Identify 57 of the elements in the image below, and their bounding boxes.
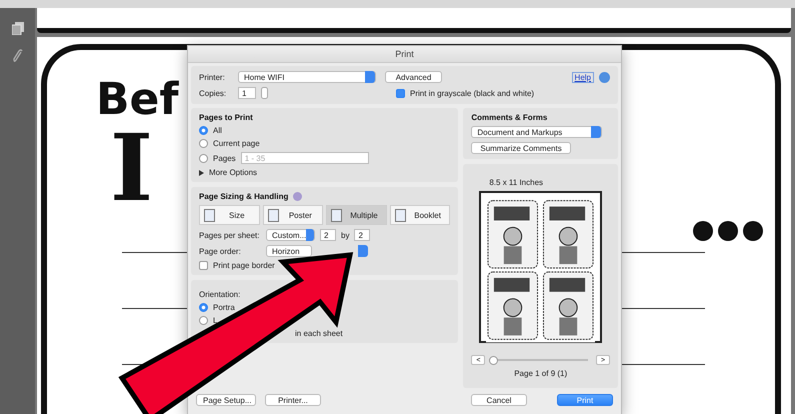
pages-field[interactable]: 1 - 35 [240, 152, 369, 164]
paperclip-icon[interactable] [12, 49, 22, 63]
section-title: Pages to Print [199, 113, 254, 122]
help-link[interactable]: Help [572, 72, 594, 82]
help-icon[interactable] [599, 72, 610, 82]
dots-icon [692, 220, 764, 242]
copies-field[interactable]: 1 [238, 87, 256, 99]
radio-button[interactable] [199, 126, 208, 135]
pages-per-sheet-select[interactable]: Custom... [266, 229, 315, 241]
by-label: by [341, 230, 350, 240]
page-border-checkbox[interactable] [199, 261, 208, 270]
footer-button[interactable]: Page Setup... [196, 394, 256, 406]
radio-label: All [213, 126, 222, 135]
radio-label: L [213, 316, 218, 325]
columns-field[interactable]: 2 [320, 229, 336, 241]
copies-label: Copies: [199, 88, 228, 98]
heading: Bef [96, 78, 179, 122]
grayscale-checkbox[interactable] [396, 88, 405, 98]
cancel-button[interactable]: Cancel [471, 394, 527, 406]
mode-tab[interactable]: Size [199, 205, 260, 225]
printer-label: Printer: [199, 72, 226, 82]
footer-button[interactable]: Printer... [265, 394, 321, 406]
page-count-label: Page 1 of 9 (1) [514, 369, 568, 378]
mode-tab[interactable]: Booklet [390, 205, 450, 225]
pages-icon[interactable] [12, 22, 24, 35]
sheet-option-label: in each sheet [295, 329, 343, 338]
letter: I [110, 122, 154, 214]
comments-select[interactable]: Document and Markups [471, 126, 602, 138]
section-title: Comments & Forms [471, 113, 548, 122]
info-icon[interactable] [293, 192, 302, 201]
orientation-label: Orientation: [199, 290, 242, 299]
page-border-label: Print page border [213, 261, 275, 270]
radio-button[interactable] [199, 316, 208, 325]
section-title: Page Sizing & Handling [199, 192, 288, 201]
radio-button[interactable] [199, 303, 208, 312]
stepper-icon[interactable] [261, 87, 268, 99]
disclosure-icon[interactable] [199, 170, 204, 176]
page-order-label: Page order: [199, 246, 242, 256]
radio-button[interactable] [199, 154, 208, 162]
mode-tab[interactable]: Poster [262, 205, 324, 225]
advanced-button[interactable]: Advanced [385, 71, 442, 83]
dialog-title: Print [395, 49, 414, 59]
stepper-icon[interactable] [358, 245, 368, 257]
paper-size-label: 8.5 x 11 Inches [489, 178, 544, 187]
printer-select[interactable]: Home WIFI [238, 71, 376, 83]
summarize-comments-button[interactable]: Summarize Comments [471, 142, 571, 154]
mode-tab[interactable]: Multiple [326, 205, 387, 225]
rows-field[interactable]: 2 [354, 229, 370, 241]
more-options-label[interactable]: More Options [209, 168, 258, 177]
radio-label: Pages [213, 154, 236, 162]
page-order-select[interactable]: Horizon [266, 245, 312, 257]
grayscale-label: Print in grayscale (black and white) [410, 88, 534, 98]
pages-per-sheet-label: Pages per sheet: [199, 230, 260, 240]
radio-button[interactable] [199, 139, 208, 148]
radio-label: Current page [213, 139, 260, 148]
radio-label: Portra [213, 303, 235, 312]
slider-thumb[interactable] [489, 356, 498, 364]
